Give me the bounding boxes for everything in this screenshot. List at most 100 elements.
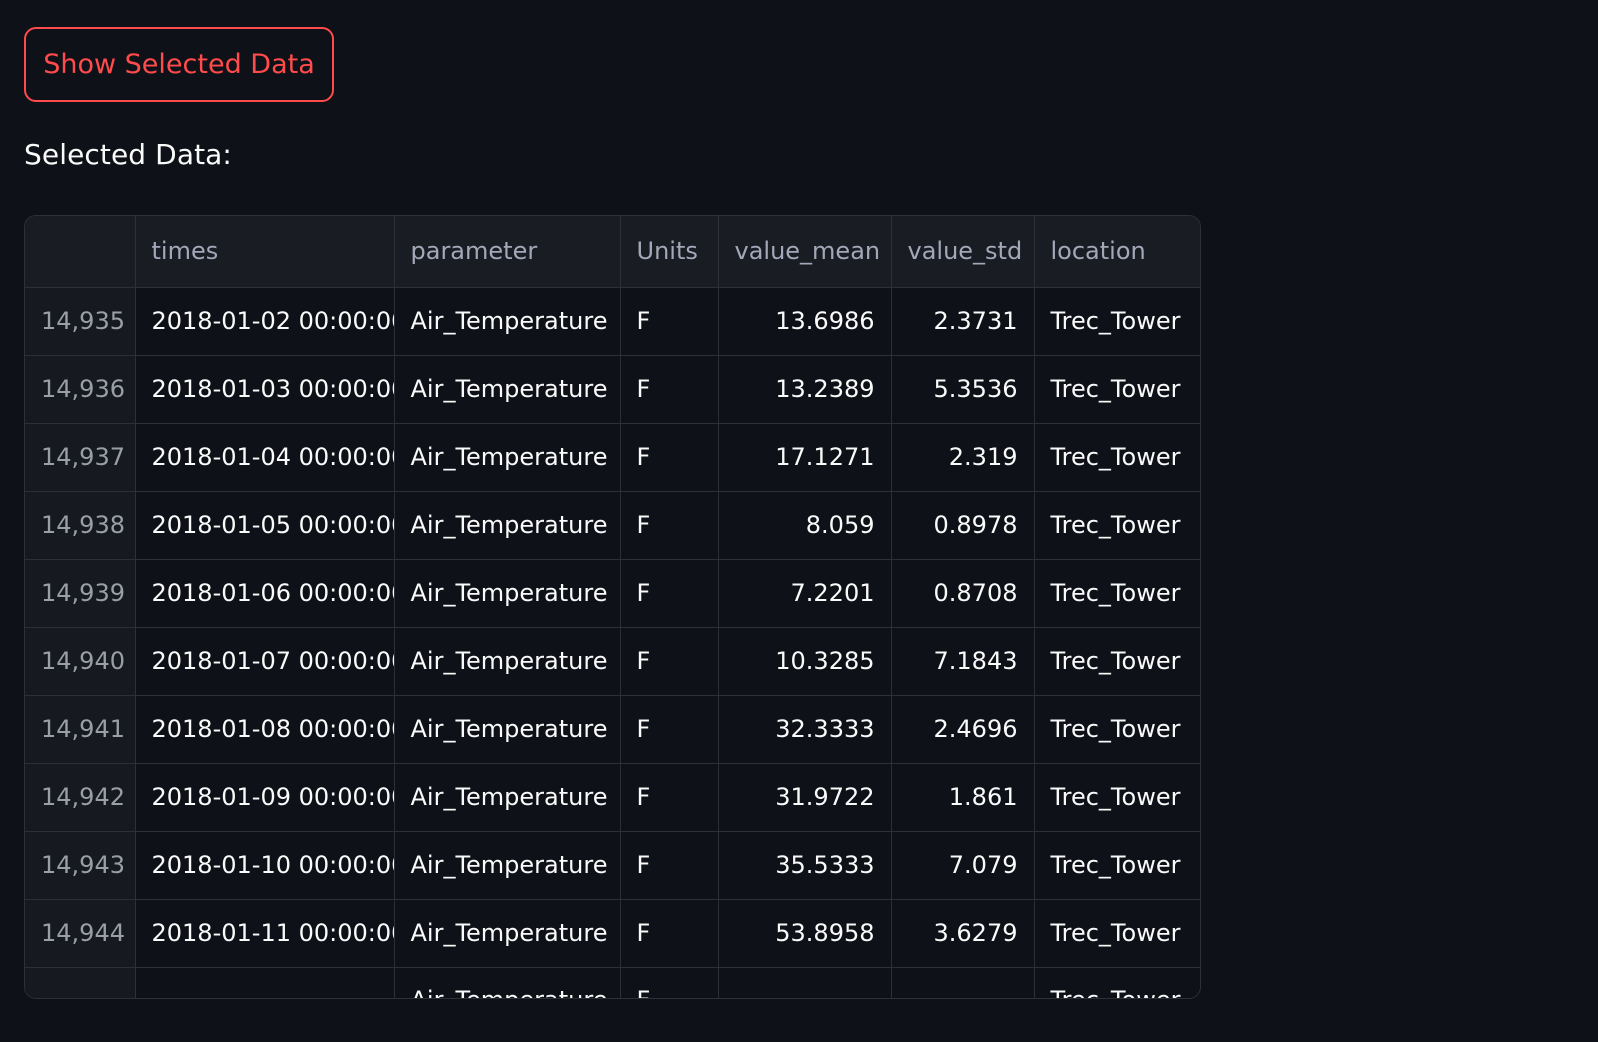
cell-value-mean[interactable]: 31.9722 — [718, 763, 892, 832]
table-row[interactable]: 14,941 2018-01-08 00:00:00 Air_Temperature… — [25, 695, 1200, 764]
cell-parameter[interactable]: Air_Temperature — [394, 491, 621, 560]
cell-times[interactable]: 2018-01-09 00:00:00 — [135, 763, 395, 832]
row-index-cell: 14,938 — [25, 491, 136, 560]
partial-cell: Air_Temperature — [394, 967, 621, 999]
row-index-cell: 14,940 — [25, 627, 136, 696]
row-index-cell: 14,944 — [25, 899, 136, 968]
cell-units[interactable]: F — [620, 355, 719, 424]
cell-times[interactable]: 2018-01-05 00:00:00 — [135, 491, 395, 560]
cell-value-std[interactable]: 5.3536 — [891, 355, 1035, 424]
table-row[interactable]: 14,942 2018-01-09 00:00:00 Air_Temperature… — [25, 763, 1200, 832]
table-row[interactable]: 14,937 2018-01-04 00:00:00 Air_Temperature… — [25, 423, 1200, 492]
cell-parameter[interactable]: Air_Temperature — [394, 287, 621, 356]
cell-parameter[interactable]: Air_Temperature — [394, 559, 621, 628]
table-row[interactable]: 14,943 2018-01-10 00:00:00 Air_Temperature… — [25, 831, 1200, 900]
cell-location[interactable]: Trec_Tower — [1034, 355, 1200, 424]
partial-cell-text: Air_Temperature — [411, 986, 608, 999]
cell-units[interactable]: F — [620, 491, 719, 560]
cell-value-std[interactable]: 0.8978 — [891, 491, 1035, 560]
cell-units[interactable]: F — [620, 287, 719, 356]
cell-value-std[interactable]: 2.319 — [891, 423, 1035, 492]
cell-parameter[interactable]: Air_Temperature — [394, 355, 621, 424]
cell-value-std[interactable]: 2.4696 — [891, 695, 1035, 764]
partial-cell — [135, 967, 395, 998]
cell-value-std[interactable]: 7.1843 — [891, 627, 1035, 696]
show-selected-data-button[interactable]: Show Selected Data — [24, 27, 334, 102]
cell-value-mean[interactable]: 35.5333 — [718, 831, 892, 900]
row-index-cell: 14,939 — [25, 559, 136, 628]
cell-location[interactable]: Trec_Tower — [1034, 695, 1200, 764]
table-row[interactable]: 14,935 2018-01-02 00:00:00 Air_Temperature… — [25, 287, 1200, 356]
column-header-value-std[interactable]: value_std — [891, 216, 1035, 288]
cell-value-std[interactable]: 3.6279 — [891, 899, 1035, 968]
column-header-parameter[interactable]: parameter — [394, 216, 621, 288]
cell-value-mean[interactable]: 8.059 — [718, 491, 892, 560]
cell-value-mean[interactable]: 32.3333 — [718, 695, 892, 764]
row-index-cell: 14,943 — [25, 831, 136, 900]
cell-value-mean[interactable]: 10.3285 — [718, 627, 892, 696]
cell-value-mean[interactable]: 7.2201 — [718, 559, 892, 628]
cell-units[interactable]: F — [620, 831, 719, 900]
cell-parameter[interactable]: Air_Temperature — [394, 423, 621, 492]
table-header-row: times parameter Units value_mean value_s… — [25, 216, 1200, 288]
cell-location[interactable]: Trec_Tower — [1034, 423, 1200, 492]
partial-cell: F — [620, 967, 719, 999]
cell-location[interactable]: Trec_Tower — [1034, 763, 1200, 832]
cell-units[interactable]: F — [620, 559, 719, 628]
partial-cell-text: F — [637, 986, 651, 999]
cell-units[interactable]: F — [620, 899, 719, 968]
cell-value-std[interactable]: 2.3731 — [891, 287, 1035, 356]
cell-units[interactable]: F — [620, 695, 719, 764]
cell-times[interactable]: 2018-01-11 00:00:00 — [135, 899, 395, 968]
cell-value-mean[interactable]: 53.8958 — [718, 899, 892, 968]
cell-parameter[interactable]: Air_Temperature — [394, 831, 621, 900]
column-header-value-mean[interactable]: value_mean — [718, 216, 892, 288]
cell-location[interactable]: Trec_Tower — [1034, 831, 1200, 900]
row-index-cell: 14,942 — [25, 763, 136, 832]
cell-units[interactable]: F — [620, 763, 719, 832]
cell-times[interactable]: 2018-01-06 00:00:00 — [135, 559, 395, 628]
row-index-cell: 14,935 — [25, 287, 136, 356]
column-header-location[interactable]: location — [1034, 216, 1200, 288]
cell-times[interactable]: 2018-01-04 00:00:00 — [135, 423, 395, 492]
cell-parameter[interactable]: Air_Temperature — [394, 627, 621, 696]
partial-cell — [718, 967, 892, 998]
cell-times[interactable]: 2018-01-02 00:00:00 — [135, 287, 395, 356]
column-header-times[interactable]: times — [135, 216, 395, 288]
cell-units[interactable]: F — [620, 627, 719, 696]
cell-location[interactable]: Trec_Tower — [1034, 491, 1200, 560]
cell-value-mean[interactable]: 13.6986 — [718, 287, 892, 356]
cell-value-std[interactable]: 0.8708 — [891, 559, 1035, 628]
table-row[interactable]: 14,938 2018-01-05 00:00:00 Air_Temperature… — [25, 491, 1200, 560]
cell-location[interactable]: Trec_Tower — [1034, 287, 1200, 356]
cell-location[interactable]: Trec_Tower — [1034, 627, 1200, 696]
cell-value-std[interactable]: 7.079 — [891, 831, 1035, 900]
cell-value-std[interactable]: 1.861 — [891, 763, 1035, 832]
table-row[interactable]: 14,936 2018-01-03 00:00:00 Air_Temperature… — [25, 355, 1200, 424]
cell-times[interactable]: 2018-01-08 00:00:00 — [135, 695, 395, 764]
cell-value-mean[interactable]: 13.2389 — [718, 355, 892, 424]
cell-times[interactable]: 2018-01-10 00:00:00 — [135, 831, 395, 900]
table-row-partial[interactable]: Air_Temperature F Trec_Tower — [25, 967, 1200, 999]
table-row[interactable]: 14,940 2018-01-07 00:00:00 Air_Temperature… — [25, 627, 1200, 696]
table-row[interactable]: 14,939 2018-01-06 00:00:00 Air_Temperature… — [25, 559, 1200, 628]
cell-parameter[interactable]: Air_Temperature — [394, 695, 621, 764]
partial-cell — [891, 967, 1035, 998]
table-body: 14,935 2018-01-02 00:00:00 Air_Temperature… — [25, 287, 1200, 999]
cell-value-mean[interactable]: 17.1271 — [718, 423, 892, 492]
column-header-units[interactable]: Units — [620, 216, 719, 288]
app-page: Show Selected Data Selected Data: times … — [0, 0, 1598, 1042]
cell-times[interactable]: 2018-01-07 00:00:00 — [135, 627, 395, 696]
partial-cell-text: Trec_Tower — [1051, 986, 1181, 999]
cell-parameter[interactable]: Air_Temperature — [394, 899, 621, 968]
cell-location[interactable]: Trec_Tower — [1034, 899, 1200, 968]
row-index-cell: 14,937 — [25, 423, 136, 492]
data-table-container[interactable]: times parameter Units value_mean value_s… — [24, 215, 1201, 999]
table-row[interactable]: 14,944 2018-01-11 00:00:00 Air_Temperature… — [25, 899, 1200, 968]
cell-parameter[interactable]: Air_Temperature — [394, 763, 621, 832]
row-index-cell: 14,936 — [25, 355, 136, 424]
cell-times[interactable]: 2018-01-03 00:00:00 — [135, 355, 395, 424]
cell-location[interactable]: Trec_Tower — [1034, 559, 1200, 628]
row-index-cell: 14,941 — [25, 695, 136, 764]
cell-units[interactable]: F — [620, 423, 719, 492]
